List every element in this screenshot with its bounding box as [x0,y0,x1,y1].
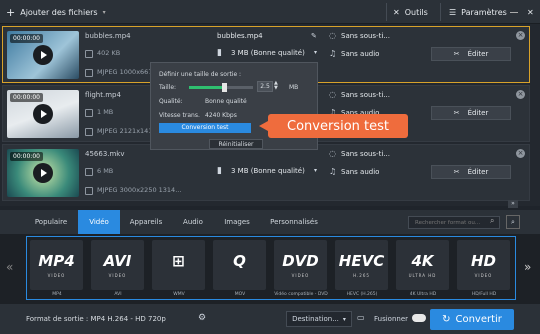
format-label: MP4 [52,292,62,297]
output-size[interactable]: 3 MB (Bonne qualité) [231,49,305,57]
format-tile[interactable]: DVD VIDEO [274,240,327,290]
size-stepper[interactable]: ▲ ▼ [274,81,278,91]
scissors-icon: ✂ [453,109,460,117]
format-tile[interactable]: 4K ULTRA HD [396,240,449,290]
remove-icon[interactable]: × [516,90,525,99]
video-thumbnail[interactable]: 00:00:00 [7,90,79,138]
audio-icon: ♫ [329,167,337,176]
video-thumbnail[interactable]: 00:00:00 [7,149,79,197]
refresh-icon: ↻ [442,314,451,325]
size-input[interactable]: 2.5 [257,81,273,92]
bottom-bar: Format de sortie : MP4 H.264 - HD 720p ⚙… [0,304,540,334]
play-icon[interactable] [33,45,53,65]
audio-select[interactable]: Sans audio [341,168,379,176]
search-input[interactable] [408,216,500,229]
gear-icon[interactable]: ⚙ [198,313,206,323]
top-bar: + Ajouter des fichiers ▾ ✕ Outils ☰ Para… [0,0,540,24]
conversion-test-button[interactable]: Conversion test [159,123,251,133]
subtitles-icon: ◌ [329,90,336,99]
edit-button[interactable]: ✂ Éditer [431,47,511,61]
merge-label: Fusionner [374,315,409,323]
reset-button[interactable]: Réinitialiser [209,139,263,149]
settings-button[interactable]: ☰ Paramètres [449,0,507,24]
file-row[interactable]: 00:00:00 45663.mkv 6 MB MJPEG 3000x2250 … [2,144,530,201]
format-tabs: Populaire Vidéo Appareils Audio Images P… [0,210,540,234]
scroll-left-icon[interactable]: « [6,260,13,274]
subtitles-icon: ◌ [329,149,336,158]
menu-icon: ☰ [449,7,457,17]
video-thumbnail[interactable]: 00:00:00 [7,31,79,79]
format-label: MOV [234,292,246,297]
size-slider[interactable] [189,83,253,92]
file-size-icon [85,50,93,58]
format-label: Vidéo compatible - DVD [274,292,328,297]
remove-icon[interactable]: × [516,149,525,158]
edit-button[interactable]: ✂ Éditer [431,165,511,179]
chevron-down-icon: ▾ [102,8,106,16]
tab-audio[interactable]: Audio [174,210,212,234]
destination-select[interactable]: Destination... ▾ [286,311,352,327]
audio-select[interactable]: Sans audio [341,50,379,58]
tab-populaire[interactable]: Populaire [28,210,74,234]
subtitles-select[interactable]: Sans sous-ti... [341,91,390,99]
format-label: AVI [114,292,122,297]
remove-icon[interactable]: × [516,31,525,40]
subtitles-select[interactable]: Sans sous-ti... [341,32,390,40]
format-tile[interactable]: Q [213,240,266,290]
convert-button[interactable]: ↻ Convertir [430,309,514,330]
output-format-label: Format de sortie : MP4 H.264 - HD 720p [26,315,166,323]
scroll-right-icon[interactable]: » [524,260,531,274]
play-icon[interactable] [33,163,53,183]
add-files-button[interactable]: + Ajouter des fichiers ▾ [6,0,106,24]
collapse-chevron-icon[interactable]: » [508,200,518,208]
scissors-icon: ✂ [453,50,460,58]
callout-label: Conversion test [259,114,408,138]
format-label: WMV [173,292,185,297]
tools-icon: ✕ [393,7,400,17]
tab-images[interactable]: Images [216,210,258,234]
tab-video[interactable]: Vidéo [78,210,120,234]
subtitles-select[interactable]: Sans sous-ti... [341,150,390,158]
format-label: HEVC (H.265) [346,292,378,297]
format-tile[interactable]: HD VIDEO [457,240,510,290]
tools-button[interactable]: ✕ Outils [393,0,428,24]
format-tile[interactable]: AVI VIDEO [91,240,144,290]
file-icon: ▮ [217,166,222,176]
format-tile[interactable]: HEVC H.265 [335,240,388,290]
file-size-icon [85,168,93,176]
file-icon: ▮ [217,48,222,58]
chevron-down-icon[interactable]: ▾ [314,167,317,174]
plus-icon: + [6,5,16,19]
edit-button[interactable]: ✂ Éditer [431,106,511,120]
close-button[interactable]: ✕ [527,0,534,24]
video-codec-icon [85,69,93,77]
audio-icon: ♫ [329,49,337,58]
subtitles-icon: ◌ [329,31,336,40]
play-icon[interactable] [33,104,53,124]
search-icon[interactable]: ⌕ [490,216,494,226]
device-detect-icon[interactable]: ⌕ [506,215,520,229]
video-codec-icon [85,128,93,136]
tab-appareils[interactable]: Appareils [124,210,168,234]
chevron-down-icon: ▾ [342,315,346,323]
format-tile[interactable]: ⊞ [152,240,205,290]
minimize-button[interactable] [510,0,518,24]
chevron-down-icon[interactable]: ▾ [314,49,317,56]
format-gallery: « » MP4 VIDEO MP4 AVI VIDEO AVI ⊞ WMV Q MOV DVD VID… [0,234,540,304]
output-name[interactable]: bubbles.mp4 [217,32,263,40]
format-label: 4K Ultra HD [409,292,437,297]
format-label: HD/Full HD [471,292,497,297]
file-size-icon [85,109,93,117]
folder-icon[interactable]: ▭ [357,313,365,322]
pencil-icon[interactable]: ✎ [311,32,317,40]
scissors-icon: ✂ [453,168,460,176]
video-codec-icon [85,187,93,195]
merge-toggle[interactable] [412,314,426,322]
format-tile[interactable]: MP4 VIDEO [30,240,83,290]
output-size[interactable]: 3 MB (Bonne qualité) [231,167,305,175]
tab-personnalises[interactable]: Personnalisés [262,210,326,234]
